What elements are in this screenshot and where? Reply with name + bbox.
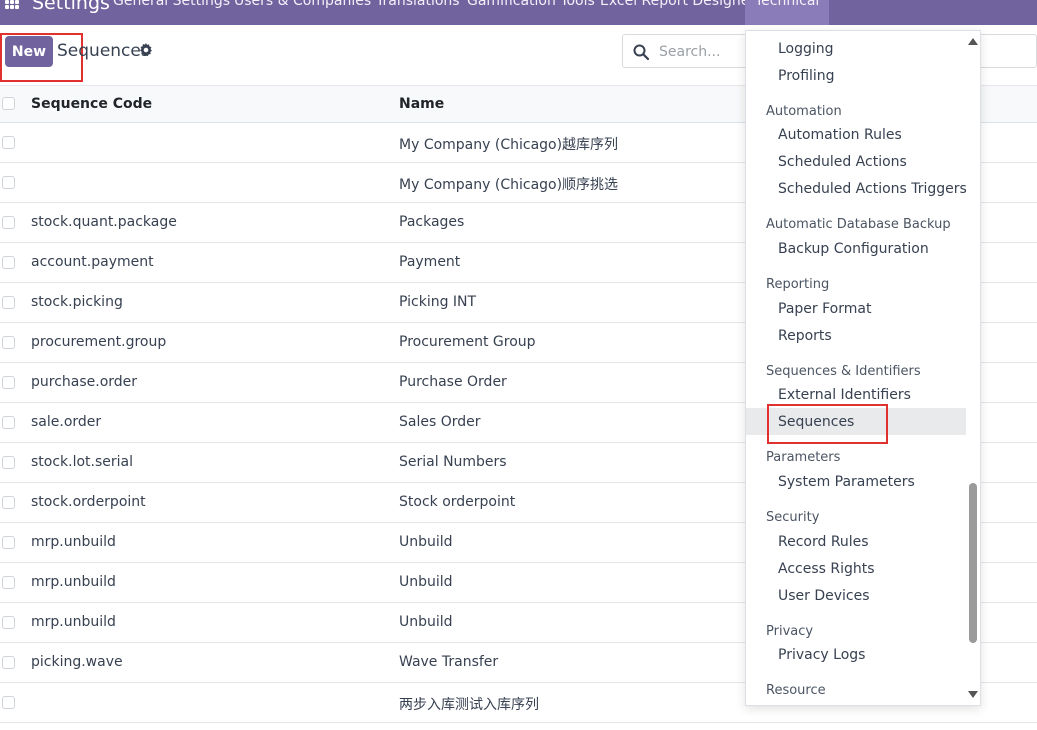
menu-section-automation: Automation (766, 104, 842, 119)
cell-name: 两步入库测试入库序列 (399, 697, 539, 713)
cell-sequence-code: stock.orderpoint (31, 494, 146, 510)
menu-item-user-devices[interactable]: User Devices (778, 588, 870, 604)
page-title: Sequences (57, 41, 150, 61)
column-header-name[interactable]: Name (399, 96, 444, 112)
cell-name: Wave Transfer (399, 654, 499, 670)
menu-item-logging[interactable]: Logging (778, 41, 834, 57)
cell-sequence-code: stock.lot.serial (31, 454, 134, 470)
cell-name: Sales Order (399, 414, 481, 430)
cell-name: Unbuild (399, 574, 453, 590)
menu-section-parameters: Parameters (766, 450, 841, 465)
scroll-up-arrow-icon[interactable] (968, 38, 978, 45)
row-checkbox[interactable] (2, 376, 15, 389)
scroll-down-arrow-icon[interactable] (968, 691, 978, 698)
menu-section-reporting: Reporting (766, 277, 830, 292)
nav-excel-report-designer[interactable]: Excel Report Designer (600, 0, 755, 9)
menu-item-record-rules[interactable]: Record Rules (778, 534, 869, 550)
row-checkbox[interactable] (2, 336, 15, 349)
menu-item-paper-format[interactable]: Paper Format (778, 301, 871, 317)
menu-item-reports[interactable]: Reports (778, 328, 832, 344)
menu-item-system-parameters[interactable]: System Parameters (778, 474, 915, 490)
menu-item-external-identifiers[interactable]: External Identifiers (778, 387, 911, 403)
nav-technical[interactable]: Technical (745, 0, 830, 25)
column-header-sequence-code[interactable]: Sequence Code (31, 96, 152, 112)
cell-name: Packages (399, 214, 465, 230)
menu-item-privacy-logs[interactable]: Privacy Logs (778, 647, 865, 663)
top-navbar: Settings General Settings Users & Compan… (0, 0, 1037, 25)
menu-item-scheduled-actions[interactable]: Scheduled Actions (778, 154, 907, 170)
cell-sequence-code: stock.picking (31, 294, 123, 310)
row-checkbox[interactable] (2, 616, 15, 629)
cell-sequence-code: account.payment (31, 254, 154, 270)
cell-name: Payment (399, 254, 461, 270)
nav-general-settings[interactable]: General Settings (113, 0, 230, 9)
cell-name: Stock orderpoint (399, 494, 516, 510)
row-checkbox[interactable] (2, 696, 15, 709)
menu-section-privacy: Privacy (766, 624, 814, 639)
row-checkbox[interactable] (2, 176, 15, 189)
menu-section-resource: Resource (766, 683, 826, 698)
cell-sequence-code: sale.order (31, 414, 102, 430)
cell-sequence-code: purchase.order (31, 374, 138, 390)
select-all-checkbox[interactable] (2, 97, 15, 110)
search-icon[interactable] (633, 44, 649, 60)
menu-item-scheduled-actions-triggers[interactable]: Scheduled Actions Triggers (778, 181, 967, 197)
cell-name: Purchase Order (399, 374, 507, 390)
row-checkbox[interactable] (2, 416, 15, 429)
cell-name: My Company (Chicago)越库序列 (399, 137, 619, 153)
cell-sequence-code: procurement.group (31, 334, 167, 350)
menu-section-security: Security (766, 510, 820, 525)
row-checkbox[interactable] (2, 656, 15, 669)
menu-item-automation-rules[interactable]: Automation Rules (778, 127, 902, 143)
menu-item-profiling[interactable]: Profiling (778, 68, 835, 84)
row-checkbox[interactable] (2, 536, 15, 549)
menu-section-sequences-identifiers: Sequences & Identifiers (766, 364, 921, 379)
row-checkbox[interactable] (2, 576, 15, 589)
cell-name: Unbuild (399, 614, 453, 630)
gear-icon[interactable] (139, 43, 153, 57)
cell-sequence-code: picking.wave (31, 654, 123, 670)
nav-translations[interactable]: Translations (376, 0, 460, 9)
row-checkbox[interactable] (2, 136, 15, 149)
nav-gamification-tools[interactable]: Gamification Tools (467, 0, 595, 9)
cell-sequence-code: mrp.unbuild (31, 534, 116, 550)
cell-name: Unbuild (399, 534, 453, 550)
row-checkbox[interactable] (2, 296, 15, 309)
sequences-highlight-box (767, 404, 888, 444)
nav-users-companies[interactable]: Users & Companies (234, 0, 371, 9)
cell-sequence-code: mrp.unbuild (31, 614, 116, 630)
row-checkbox[interactable] (2, 456, 15, 469)
row-checkbox[interactable] (2, 216, 15, 229)
apps-grid-icon[interactable] (5, 0, 21, 10)
row-checkbox[interactable] (2, 496, 15, 509)
cell-name: Serial Numbers (399, 454, 507, 470)
dropdown-scrollbar[interactable] (969, 483, 977, 643)
cell-name: Procurement Group (399, 334, 536, 350)
row-checkbox[interactable] (2, 256, 15, 269)
cell-sequence-code: mrp.unbuild (31, 574, 116, 590)
cell-name: Picking INT (399, 294, 477, 310)
menu-section-auto-backup: Automatic Database Backup (766, 217, 951, 232)
menu-item-backup-configuration[interactable]: Backup Configuration (778, 241, 929, 257)
technical-dropdown-menu: Logging Profiling Automation Automation … (745, 30, 981, 706)
menu-item-access-rights[interactable]: Access Rights (778, 561, 875, 577)
cell-name: My Company (Chicago)顺序挑选 (399, 177, 619, 193)
cell-sequence-code: stock.quant.package (31, 214, 177, 230)
app-title[interactable]: Settings (32, 0, 110, 14)
